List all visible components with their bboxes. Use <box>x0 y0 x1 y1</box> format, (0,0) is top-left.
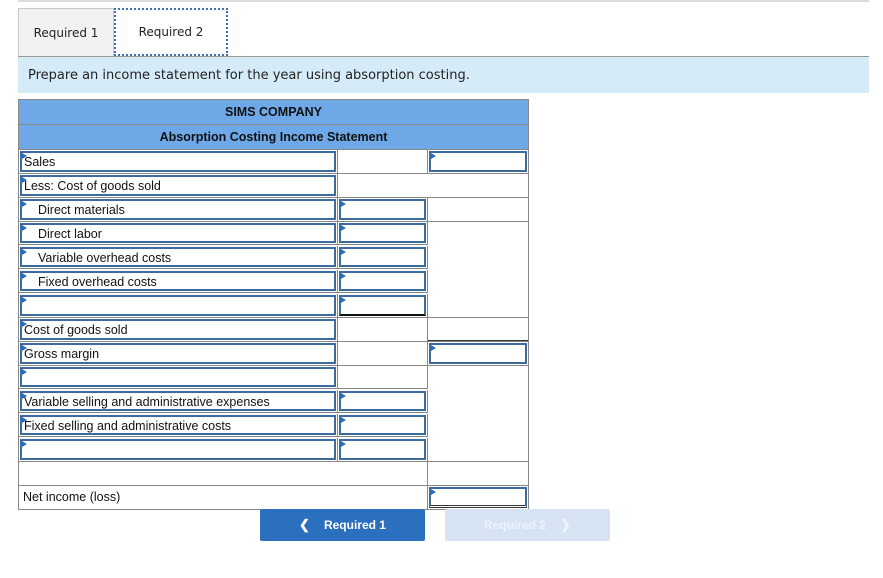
table-row: Gross margin <box>19 342 528 366</box>
empty-cell <box>428 462 528 485</box>
dropdown-marker-icon <box>22 345 27 351</box>
dropdown-marker-icon <box>341 273 346 279</box>
row-label-input[interactable]: Cost of goods sold <box>20 319 336 340</box>
table-row: Fixed overhead costs <box>19 270 528 294</box>
top-divider <box>18 0 869 2</box>
direct-labor-amount-input[interactable] <box>339 223 426 243</box>
empty-cell <box>338 366 428 389</box>
company-name: SIMS COMPANY <box>19 100 528 125</box>
row-label-input[interactable]: Sales <box>20 151 336 172</box>
chevron-right-icon: ❯ <box>560 517 571 532</box>
fixed-sa-amount-input[interactable] <box>339 415 426 435</box>
fixed-overhead-amount-input[interactable] <box>339 271 426 291</box>
row-label-input[interactable] <box>20 439 336 460</box>
sales-amount-input[interactable] <box>429 151 527 172</box>
dropdown-marker-icon <box>22 225 27 231</box>
row-label-input[interactable]: Less: Cost of goods sold <box>20 175 336 196</box>
dropdown-marker-icon <box>22 393 27 399</box>
dropdown-marker-icon <box>22 417 27 423</box>
dropdown-marker-icon <box>341 225 346 231</box>
dropdown-marker-icon <box>22 297 27 303</box>
dropdown-marker-icon <box>22 153 27 159</box>
table-row: Direct labor <box>19 222 528 246</box>
dropdown-marker-icon <box>431 153 436 159</box>
dropdown-marker-icon <box>22 273 27 279</box>
row-label-input[interactable]: Gross margin <box>20 343 336 364</box>
table-row <box>19 438 528 462</box>
statement-title: Absorption Costing Income Statement <box>19 125 528 150</box>
row-label-input[interactable]: Direct materials <box>20 199 336 220</box>
prev-required-1-button[interactable]: ❮ Required 1 <box>260 509 425 541</box>
dropdown-marker-icon <box>341 441 346 447</box>
dropdown-marker-icon <box>341 201 346 207</box>
chevron-left-icon: ❮ <box>299 517 310 532</box>
dropdown-marker-icon <box>341 393 346 399</box>
table-row: Sales <box>19 150 528 174</box>
empty-cell <box>338 342 428 365</box>
dropdown-marker-icon <box>22 441 27 447</box>
direct-materials-amount-input[interactable] <box>339 199 426 220</box>
dropdown-marker-icon <box>341 249 346 255</box>
dropdown-marker-icon <box>22 177 27 183</box>
row-label-input[interactable]: Variable selling and administrative expe… <box>20 391 336 411</box>
instruction-text: Prepare an income statement for the year… <box>28 67 470 83</box>
row-label-input[interactable] <box>20 367 336 387</box>
table-row: Direct materials <box>19 198 528 222</box>
empty-cell <box>428 318 528 341</box>
dropdown-marker-icon <box>431 489 436 495</box>
empty-cell <box>338 318 428 341</box>
net-income-amount-input[interactable] <box>429 487 527 508</box>
tab-required-1[interactable]: Required 1 <box>18 8 114 56</box>
dropdown-marker-icon <box>341 417 346 423</box>
row-label-input[interactable]: Direct labor <box>20 223 336 243</box>
blank-sa-amount-input[interactable] <box>339 439 426 460</box>
net-income-label: Net income (loss) <box>23 490 121 504</box>
table-row <box>19 366 528 390</box>
table-row: Cost of goods sold <box>19 318 528 342</box>
variable-overhead-amount-input[interactable] <box>339 247 426 267</box>
income-statement-table: SIMS COMPANY Absorption Costing Income S… <box>18 99 529 510</box>
table-row: Fixed selling and administrative costs <box>19 414 528 438</box>
empty-cell <box>338 174 528 197</box>
table-row <box>19 462 528 486</box>
table-row <box>19 294 528 318</box>
empty-cell <box>19 462 428 485</box>
next-required-2-button: Required 2 ❯ <box>445 509 610 541</box>
dropdown-marker-icon <box>22 249 27 255</box>
tab-required-2[interactable]: Required 2 <box>114 8 228 56</box>
dropdown-marker-icon <box>22 321 27 327</box>
dropdown-marker-icon <box>22 369 27 375</box>
table-row: Net income (loss) <box>19 486 528 509</box>
blank-amount-input[interactable] <box>339 295 426 316</box>
dropdown-marker-icon <box>431 345 436 351</box>
empty-cell <box>428 198 528 221</box>
table-row: Variable overhead costs <box>19 246 528 270</box>
table-row: Variable selling and administrative expe… <box>19 390 528 414</box>
variable-sa-amount-input[interactable] <box>339 391 426 411</box>
table-row: Less: Cost of goods sold <box>19 174 528 198</box>
row-label-input[interactable] <box>20 295 336 316</box>
dropdown-marker-icon <box>341 297 346 303</box>
row-label-input[interactable]: Fixed overhead costs <box>20 271 336 291</box>
row-label-input[interactable]: Fixed selling and administrative costs <box>20 415 336 435</box>
row-label-input[interactable]: Variable overhead costs <box>20 247 336 267</box>
empty-cell <box>338 150 428 173</box>
instruction-banner: Prepare an income statement for the year… <box>18 57 869 93</box>
dropdown-marker-icon <box>22 201 27 207</box>
empty-cell <box>428 294 528 317</box>
gross-margin-amount-input[interactable] <box>429 343 527 364</box>
